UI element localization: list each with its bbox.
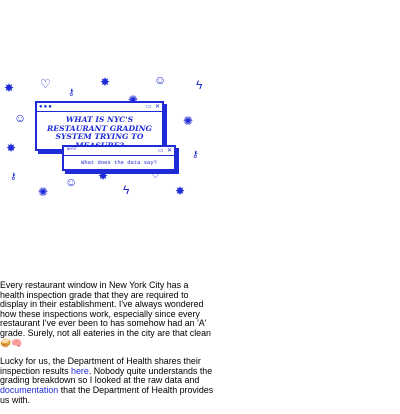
intro-paragraph: Every restaurant window in New York City… xyxy=(0,280,211,348)
star-icon: ✸ xyxy=(100,75,111,89)
key-icon: ⚷ xyxy=(68,87,75,97)
face-icon: ☺ xyxy=(154,73,167,87)
subtitle-window-label: NOTE xyxy=(67,148,77,152)
key-icon: ⚷ xyxy=(192,149,199,159)
data-source-paragraph: Lucky for us, the Department of Health s… xyxy=(0,356,215,405)
subtitle-window-bar: NOTE ▭ ✕ xyxy=(64,147,174,156)
bug-icon: ✺ xyxy=(38,185,49,199)
bug-icon: ✺ xyxy=(183,114,194,128)
key-icon: ⚷ xyxy=(10,171,17,181)
title-window: ●●● ▭ ✕ WHAT IS NYC'S RESTAURANT GRADING… xyxy=(35,101,164,151)
article-body: Every restaurant window in New York City… xyxy=(0,280,215,414)
title-window-bar: ●●● ▭ ✕ xyxy=(37,103,162,112)
hero-illustration: ✸ ♡ ⚷ ✸ ☺ ϟ ☺ ✺ ✺ ⚷ ✸ ⚷ ✺ ☺ ✸ ♡ ϟ ✸ ●●● … xyxy=(0,70,215,200)
subtitle: What does the data say? xyxy=(81,159,157,166)
star-icon: ✸ xyxy=(6,141,17,155)
lightning-icon: ϟ xyxy=(123,183,130,197)
subtitle-window: NOTE ▭ ✕ What does the data say? xyxy=(62,145,176,171)
star-icon: ✸ xyxy=(98,169,109,183)
documentation-link[interactable]: documentation xyxy=(0,385,58,395)
face-icon: ☺ xyxy=(65,175,78,189)
lightning-icon: ϟ xyxy=(196,78,203,92)
heart-icon: ♡ xyxy=(40,77,51,91)
window-controls-icon: ▭ ✕ xyxy=(145,103,160,110)
window-controls-icon: ▭ ✕ xyxy=(157,147,172,154)
window-dots-icon: ●●● xyxy=(39,103,53,110)
here-link[interactable]: here xyxy=(71,366,89,376)
star-icon: ✸ xyxy=(175,184,186,198)
face-icon: ☺ xyxy=(14,111,27,125)
star-icon: ✸ xyxy=(4,81,15,95)
